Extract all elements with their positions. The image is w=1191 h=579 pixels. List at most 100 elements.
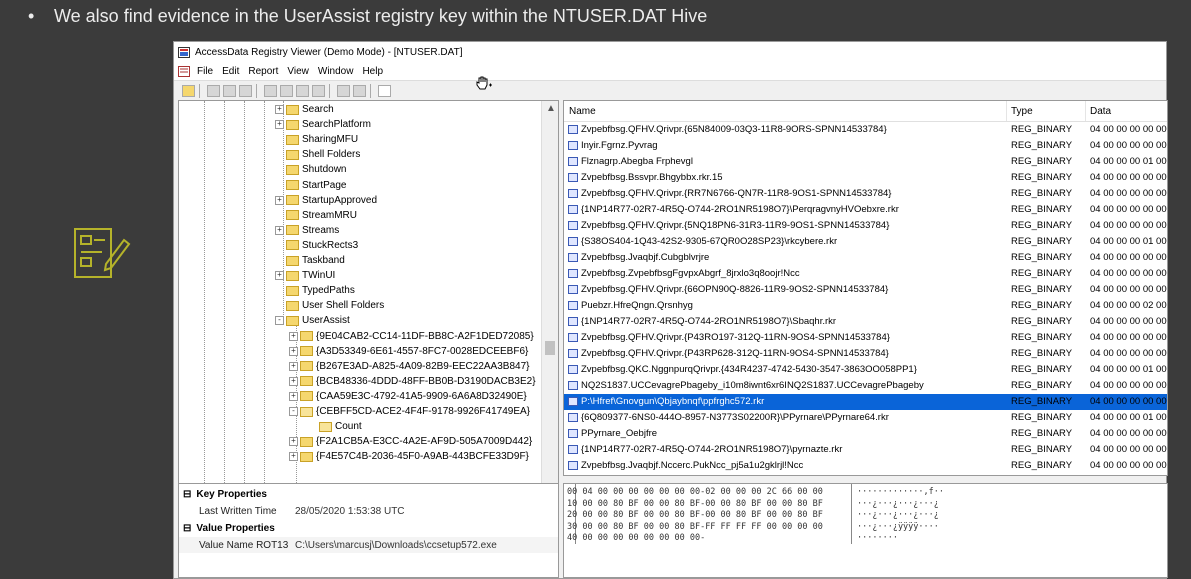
list-row[interactable]: {S38OS404-1Q43-42S2-9305-67QR0O28SP23}\r… [564, 234, 1167, 250]
tree-item-guid[interactable]: + {F4E57C4B-2036-45F0-A9AB-443BCFE33D9F} [289, 449, 529, 464]
tree-guide-line [224, 101, 225, 501]
tree-expander-icon[interactable]: + [289, 376, 298, 386]
tree-vertical-scrollbar[interactable]: ▲ ▼ [541, 101, 558, 507]
tree-expander-icon[interactable]: + [289, 361, 298, 371]
column-separator[interactable] [1085, 101, 1086, 121]
menu-edit[interactable]: Edit [222, 66, 239, 77]
tree-item[interactable]: StreamMRU [275, 208, 357, 223]
tree-item[interactable]: + Streams [275, 223, 339, 238]
tree-expander-icon[interactable]: + [275, 105, 284, 114]
scroll-up-icon[interactable]: ▲ [546, 103, 556, 114]
tree-item[interactable]: + SearchPlatform [275, 117, 371, 132]
collapse-icon[interactable]: ⊟ [183, 523, 191, 534]
tree-item[interactable]: TypedPaths [275, 283, 355, 298]
tree-item-guid[interactable]: + {BCB48336-4DDD-48FF-BB0B-D3190DACB3E2} [289, 374, 536, 389]
report-view-icon[interactable] [312, 85, 325, 97]
tree-item[interactable]: User Shell Folders [275, 298, 384, 313]
tree-item[interactable]: Shutdown [275, 162, 346, 177]
help-icon[interactable] [378, 85, 391, 97]
list-row[interactable]: Flznagrp.Abegba Frphevgl REG_BINARY 04 00 … [564, 154, 1167, 170]
tree-expander-icon[interactable]: + [289, 391, 298, 401]
list-row[interactable]: Zvpebfbsg.QFHV.Qrivpr.{P43RO197-312Q-11R… [564, 330, 1167, 346]
list-row[interactable]: NQ2S1837.UCCevagrePbageby_i10m8iwnt6xr6I… [564, 378, 1167, 394]
tree-item-guid[interactable]: + {B267E3AD-A825-4A09-82B9-EEC22AA3B847} [289, 359, 529, 374]
open-folder-icon[interactable] [182, 85, 195, 97]
find-icon[interactable] [337, 85, 350, 97]
tree-expander-icon[interactable]: + [289, 346, 298, 356]
tree-expander-icon[interactable]: - [275, 316, 284, 326]
scroll-thumb[interactable] [545, 341, 555, 355]
tree-item[interactable]: Shell Folders [275, 147, 360, 162]
menu-file[interactable]: File [197, 66, 213, 77]
title-bar[interactable]: AccessData Registry Viewer (Demo Mode) -… [174, 42, 1166, 62]
hex-bytes: 00 00 00 00 00 00 00 00- [582, 533, 706, 543]
registry-tree[interactable]: + Search + SearchPlatform SharingMFU Shell Fo… [178, 100, 559, 522]
tree-expander-icon[interactable]: + [289, 331, 298, 341]
list-row[interactable]: Zvpebfbsg.QFHV.Qrivpr.{66OPN90Q-8826-11R… [564, 282, 1167, 298]
collapse-icon[interactable]: ⊟ [183, 489, 191, 500]
folder-icon [300, 346, 313, 357]
column-data-header[interactable]: Data [1090, 106, 1111, 117]
list-row[interactable]: Zvpebfbsg.Jvaqbjf.Nccerc.PukNcc_pj5a1u2g… [564, 458, 1167, 474]
value-properties-category[interactable]: ⊟ Value Properties [179, 520, 558, 536]
binary-value-icon [568, 157, 578, 166]
tree-expander-icon[interactable]: + [289, 437, 298, 447]
list-row[interactable]: Zvpebfbsg.QFHV.Qrivpr.{65N84009-03Q3-11R… [564, 122, 1167, 138]
list-row[interactable]: Inyir.Fgrnz.Pyvrag REG_BINARY 04 00 00 00 … [564, 138, 1167, 154]
list-row[interactable]: Zvpebfbsg.ZvpebfbsgFgvpxAbgrf_8jrxlo3q8o… [564, 266, 1167, 282]
hex-view[interactable]: 00 04 00 00 00 00 00 00 00-02 00 00 00 2… [563, 483, 1168, 578]
tree-expander-icon[interactable]: + [275, 271, 284, 281]
tree-item[interactable]: SharingMFU [275, 132, 358, 147]
tree-item[interactable]: - UserAssist [275, 313, 350, 328]
tree-expander-icon[interactable]: - [289, 407, 298, 416]
menu-view[interactable]: View [287, 66, 309, 77]
report-icon[interactable] [264, 85, 277, 97]
list-row[interactable]: Zvpebfbsg.QFHV.Qrivpr.{P43RP628-312Q-11R… [564, 346, 1167, 362]
key-properties-category[interactable]: ⊟ Key Properties [179, 486, 558, 502]
tree-item[interactable]: StuckRects3 [275, 238, 358, 253]
list-row[interactable]: Zvpebfbsg.QFHV.Qrivpr.{RR7N6766-QN7R-11R… [564, 186, 1167, 202]
tree-expander-icon[interactable]: + [275, 120, 284, 130]
tree-item-guid[interactable]: + {CAA59E3C-4792-41A5-9909-6A6A8D32490E} [289, 389, 527, 404]
list-row[interactable]: Zvpebfbsg.QKC.NggnpurqQrivpr.{434R4237-4… [564, 362, 1167, 378]
list-row[interactable]: Zvpebfbsg.Jvaqbjf.Cubgblvrjre REG_BINARY 0… [564, 250, 1167, 266]
tree-item-count[interactable]: Count [319, 419, 362, 435]
tree-expander-icon[interactable]: + [289, 452, 298, 462]
tree-item-guid[interactable]: - {CEBFF5CD-ACE2-4F4F-9178-9926F41749EA} [289, 404, 530, 419]
list-row[interactable]: Puebzr.HfreQngn.Qrsnhyg REG_BINARY 04 00 0… [564, 298, 1167, 314]
tree-item[interactable]: + Search [275, 102, 334, 117]
find-next-icon[interactable] [353, 85, 366, 97]
document-icon[interactable] [178, 65, 190, 77]
print-icon[interactable] [207, 85, 220, 97]
list-row[interactable]: {1NP14R77-02R7-4R5Q-O744-2RO1NR5198O7}\P… [564, 202, 1167, 218]
tree-item[interactable]: + StartupApproved [275, 193, 377, 208]
print-preview-icon[interactable] [223, 85, 236, 97]
column-name-header[interactable]: Name [569, 106, 596, 117]
list-row[interactable]: {6Q809377-6NS0-444O-8957-N3773S02200R}\P… [564, 410, 1167, 426]
tree-expander-icon[interactable]: + [275, 225, 284, 235]
value-data: 04 00 00 00 00 00 0 [1090, 204, 1168, 215]
menu-report[interactable]: Report [248, 66, 278, 77]
list-row[interactable]: P:\Hfref\Gnovgun\Qbjaybnqf\ppfrghc572.rk… [564, 394, 1167, 410]
menu-help[interactable]: Help [362, 66, 383, 77]
tree-item[interactable]: Taskband [275, 253, 345, 268]
tree-item[interactable]: + TWinUI [275, 268, 335, 283]
tree-item-guid[interactable]: + {F2A1CB5A-E3CC-4A2E-AF9D-505A7009D442} [289, 434, 532, 449]
report-edit-icon[interactable] [296, 85, 309, 97]
list-row[interactable]: {1NP14R77-02R7-4R5Q-O744-2RO1NR5198O7}\S… [564, 314, 1167, 330]
tree-expander-icon[interactable]: + [275, 195, 284, 205]
key-icon[interactable] [239, 85, 252, 97]
tree-item-label: {A3D53349-6E61-4557-8FC7-0028EDCEEBF6} [316, 345, 529, 357]
column-separator[interactable] [1006, 101, 1007, 121]
report-add-icon[interactable] [280, 85, 293, 97]
menu-window[interactable]: Window [318, 66, 354, 77]
list-row[interactable]: Zvpebfbsg.Bssvpr.Bhgybbx.rkr.15 REG_BINAR… [564, 170, 1167, 186]
column-type-header[interactable]: Type [1011, 106, 1033, 117]
list-row[interactable]: {1NP14R77-02R7-4R5Q-O744-2RO1NR5198O7}\p… [564, 442, 1167, 458]
tree-item-guid[interactable]: + {9E04CAB2-CC14-11DF-BB8C-A2F1DED72085} [289, 329, 534, 344]
values-list[interactable]: Name Type Data Zvpebfbsg.QFHV.Qrivpr.{65… [563, 100, 1168, 476]
tree-item[interactable]: StartPage [275, 178, 346, 193]
list-row[interactable]: Zvpebfbsg.QFHV.Qrivpr.{5NQ18PN6-31R3-11R… [564, 218, 1167, 234]
tree-item-guid[interactable]: + {A3D53349-6E61-4557-8FC7-0028EDCEEBF6} [289, 344, 528, 359]
list-row[interactable]: PPyrnare_Oebjfre REG_BINARY 04 00 00 00 00… [564, 426, 1167, 442]
